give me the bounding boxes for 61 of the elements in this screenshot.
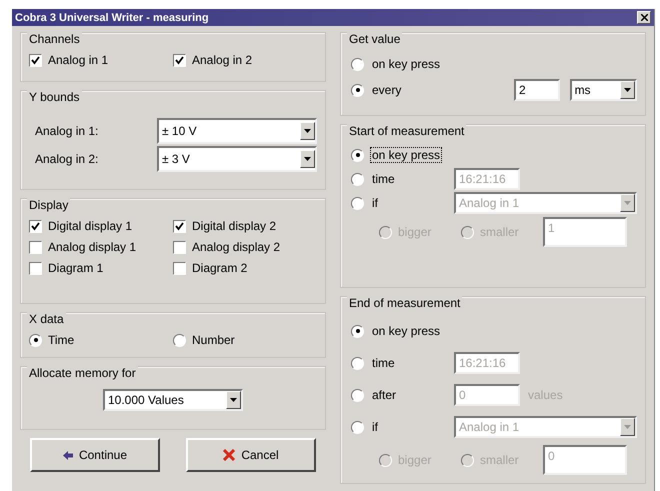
caret-icon [624, 425, 631, 429]
close-button[interactable] [637, 11, 651, 24]
input-field[interactable]: 2 [514, 79, 560, 101]
caret-icon [624, 201, 631, 205]
arrow-left-icon [62, 450, 73, 460]
checkbox[interactable] [29, 240, 42, 254]
radio-button[interactable] [351, 324, 364, 338]
continue-button[interactable]: Continue [30, 438, 160, 472]
group-title: X data [27, 312, 66, 326]
radio-label: time [371, 355, 396, 371]
radio-button[interactable] [173, 334, 186, 346]
checkbox[interactable] [173, 262, 186, 274]
radio-label: every [371, 82, 402, 98]
window-title: Cobra 3 Universal Writer - measuring [15, 12, 209, 24]
group-title: End of measurement [347, 296, 462, 310]
checkbox[interactable] [29, 220, 42, 232]
caret-icon [230, 398, 237, 402]
checkbox[interactable] [173, 220, 186, 232]
checkbox-label: Analog in 1 [48, 53, 108, 67]
checkbox[interactable] [173, 240, 186, 254]
caret-icon [624, 88, 631, 92]
dropdown[interactable]: 10.000 Values [103, 389, 243, 411]
checkbox-label: Analog display 2 [192, 240, 280, 254]
group-title: Allocate memory for [27, 366, 138, 380]
checkbox-label: Analog in 2 [192, 53, 252, 67]
radio-label: time [371, 171, 396, 187]
dropdown[interactable]: ms [570, 79, 637, 101]
checkbox-label: Analog display 1 [48, 240, 136, 254]
caret-icon [304, 157, 311, 161]
cross-icon [223, 449, 236, 461]
radio-label: on key press [371, 323, 442, 339]
checkbox[interactable] [29, 54, 42, 66]
radio-button[interactable] [29, 334, 42, 346]
radio-label: if [371, 419, 379, 435]
checkbox-label: Digital display 1 [48, 219, 132, 233]
checkbox-label: Diagram 2 [192, 261, 248, 275]
radio-button[interactable] [351, 148, 364, 162]
group-title: Get value [347, 32, 402, 46]
radio-label: if [371, 195, 379, 211]
radio-label: on key press [371, 56, 442, 72]
field-label: Analog in 1: [35, 124, 98, 138]
checkbox-label: Diagram 1 [48, 261, 104, 275]
radio-label: on key press [370, 147, 442, 163]
radio-label: after [371, 387, 398, 403]
caret-icon [304, 129, 311, 133]
group-title: Display [27, 198, 70, 212]
group-title: Start of measurement [347, 124, 466, 138]
field-label: Analog in 2: [35, 152, 98, 166]
radio-label: Number [192, 333, 235, 347]
dropdown[interactable]: ± 10 V [157, 118, 317, 144]
checkbox[interactable] [29, 262, 42, 274]
radio-button[interactable] [351, 58, 364, 70]
cancel-button[interactable]: Cancel [186, 438, 316, 472]
group-title: Y bounds [27, 90, 82, 104]
group-title: Channels [27, 32, 82, 46]
checkbox[interactable] [173, 54, 186, 66]
radio-button[interactable] [351, 84, 364, 96]
dropdown[interactable]: ± 3 V [157, 146, 317, 172]
close-icon [640, 14, 648, 21]
radio-label: Time [48, 333, 74, 347]
checkbox-label: Digital display 2 [192, 219, 276, 233]
